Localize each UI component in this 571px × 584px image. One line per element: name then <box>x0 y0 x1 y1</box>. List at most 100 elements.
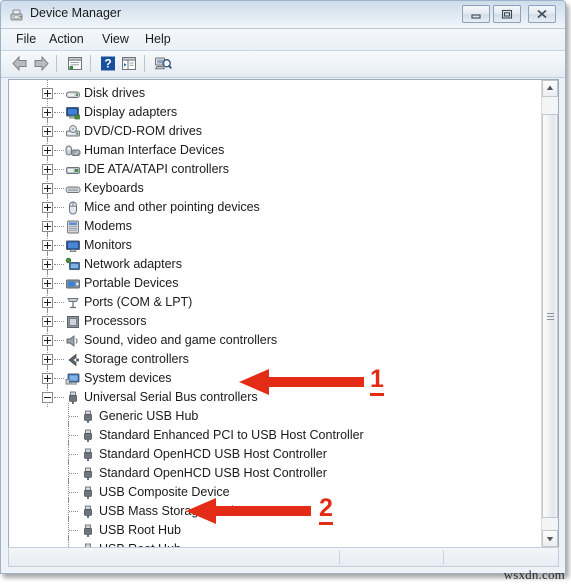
menu-action[interactable]: Action <box>47 32 86 46</box>
tree-row-sound-video-and-game-controllers[interactable]: Sound, video and game controllers <box>9 327 542 350</box>
status-bar <box>8 547 559 567</box>
expand-icon[interactable] <box>42 107 53 118</box>
toolbar-separator <box>56 55 57 72</box>
status-divider <box>443 550 444 565</box>
tree-row-keyboards[interactable]: Keyboards <box>9 175 542 198</box>
expand-icon[interactable] <box>42 297 53 308</box>
expand-icon[interactable] <box>42 126 53 137</box>
expand-icon[interactable] <box>42 202 53 213</box>
tree-row-usb-root-hub-2[interactable]: USB Root Hub <box>9 536 542 547</box>
tree-row-label: Human Interface Devices <box>84 143 225 157</box>
scroll-thumb[interactable] <box>542 114 558 518</box>
menu-view[interactable]: View <box>100 32 131 46</box>
tree-connector <box>54 378 64 380</box>
tree-connector <box>54 112 64 114</box>
mouse-icon <box>65 200 81 216</box>
tree-connector <box>54 188 64 190</box>
scan-for-hardware-changes-icon[interactable] <box>154 55 172 77</box>
tree-row-label: System devices <box>84 371 172 385</box>
expand-icon[interactable] <box>42 164 53 175</box>
expand-icon[interactable] <box>42 240 53 251</box>
close-button[interactable] <box>528 5 556 23</box>
scroll-up-arrow[interactable] <box>542 80 558 97</box>
usb-icon <box>80 504 96 520</box>
tree-row-label: Network adapters <box>84 257 182 271</box>
tree-row-human-interface-devices[interactable]: Human Interface Devices <box>9 137 542 160</box>
svg-text:?: ? <box>104 57 111 71</box>
forward-arrow-icon[interactable] <box>32 55 50 77</box>
vertical-scrollbar[interactable] <box>541 80 558 547</box>
tree-row-network-adapters[interactable]: Network adapters <box>9 251 542 274</box>
usb-icon <box>80 485 96 501</box>
tree-connector <box>69 530 78 532</box>
tree-row-ide-ata-atapi-controllers[interactable]: IDE ATA/ATAPI controllers <box>9 156 542 179</box>
expand-icon[interactable] <box>42 259 53 270</box>
ide-controller-icon <box>65 162 81 178</box>
network-adapter-icon <box>65 257 81 273</box>
expand-icon[interactable] <box>42 354 53 365</box>
tree-row-processors[interactable]: Processors <box>9 308 542 331</box>
expand-icon[interactable] <box>42 316 53 327</box>
tree-connector <box>54 207 64 209</box>
tree-row-standard-openhcd-usb-host-controller-2[interactable]: Standard OpenHCD USB Host Controller <box>9 460 542 483</box>
tree-row-ports-com-lpt[interactable]: Ports (COM & LPT) <box>9 289 542 312</box>
tree-row-label: Standard Enhanced PCI to USB Host Contro… <box>99 428 364 442</box>
keyboard-icon <box>65 181 81 197</box>
tree-row-label: Modems <box>84 219 132 233</box>
menu-help[interactable]: Help <box>143 32 173 46</box>
tree-connector <box>54 302 64 304</box>
tree-connector <box>69 473 78 475</box>
expand-icon[interactable] <box>42 145 53 156</box>
show-hidden-devices-icon[interactable] <box>120 55 138 77</box>
menu-bar: File Action View Help <box>1 29 565 51</box>
tree-connector <box>54 245 64 247</box>
expand-icon[interactable] <box>42 88 53 99</box>
tree-row-portable-devices[interactable]: Portable Devices <box>9 270 542 293</box>
window-title: Device Manager <box>30 6 122 20</box>
tree-row-label: Display adapters <box>84 105 178 119</box>
expand-icon[interactable] <box>42 183 53 194</box>
tree-row-generic-usb-hub[interactable]: Generic USB Hub <box>9 403 542 426</box>
tree-row-label: Processors <box>84 314 147 328</box>
properties-icon[interactable] <box>66 55 84 77</box>
tree-connector <box>69 416 78 418</box>
tree-row-standard-openhcd-usb-host-controller-1[interactable]: Standard OpenHCD USB Host Controller <box>9 441 542 464</box>
hid-icon <box>65 143 81 159</box>
tree-row-label: Mice and other pointing devices <box>84 200 260 214</box>
tree-connector <box>69 454 78 456</box>
display-adapter-icon <box>65 105 81 121</box>
tree-connector <box>54 340 64 342</box>
tree-connector <box>54 264 64 266</box>
tree-row-modems[interactable]: Modems <box>9 213 542 236</box>
tree-row-disk-drives[interactable]: Disk drives <box>9 80 542 103</box>
title-bar: Device Manager <box>1 1 565 29</box>
tree-row-label: DVD/CD-ROM drives <box>84 124 203 138</box>
portable-device-icon <box>65 276 81 292</box>
expand-icon[interactable] <box>42 221 53 232</box>
scroll-grip <box>547 313 554 314</box>
expand-icon[interactable] <box>42 335 53 346</box>
tree-connector <box>69 511 78 513</box>
usb-icon <box>80 523 96 539</box>
tree-row-label: Sound, video and game controllers <box>84 333 278 347</box>
expand-icon[interactable] <box>42 278 53 289</box>
port-icon <box>65 295 81 311</box>
sound-controller-icon <box>65 333 81 349</box>
tree-row-standard-enhanced-pci-to-usb-host-controller[interactable]: Standard Enhanced PCI to USB Host Contro… <box>9 422 542 445</box>
expand-icon[interactable] <box>42 373 53 384</box>
tree-row-mice-and-other-pointing-devices[interactable]: Mice and other pointing devices <box>9 194 542 217</box>
device-manager-icon <box>9 7 25 23</box>
tree-row-display-adapters[interactable]: Display adapters <box>9 99 542 122</box>
tree-row-dvd-cdrom-drives[interactable]: DVD/CD-ROM drives <box>9 118 542 141</box>
collapse-icon[interactable] <box>42 392 53 403</box>
minimize-button[interactable] <box>462 5 490 23</box>
tree-connector <box>54 359 64 361</box>
help-icon[interactable]: ? <box>100 55 116 77</box>
maximize-button[interactable] <box>493 5 521 23</box>
tree-row-monitors[interactable]: Monitors <box>9 232 542 255</box>
menu-file[interactable]: File <box>14 32 38 46</box>
processor-icon <box>65 314 81 330</box>
scroll-down-arrow[interactable] <box>542 530 558 547</box>
device-tree-panel[interactable]: Disk drives Display adapters DVD/CD-ROM … <box>8 79 559 548</box>
back-arrow-icon[interactable] <box>11 55 29 77</box>
